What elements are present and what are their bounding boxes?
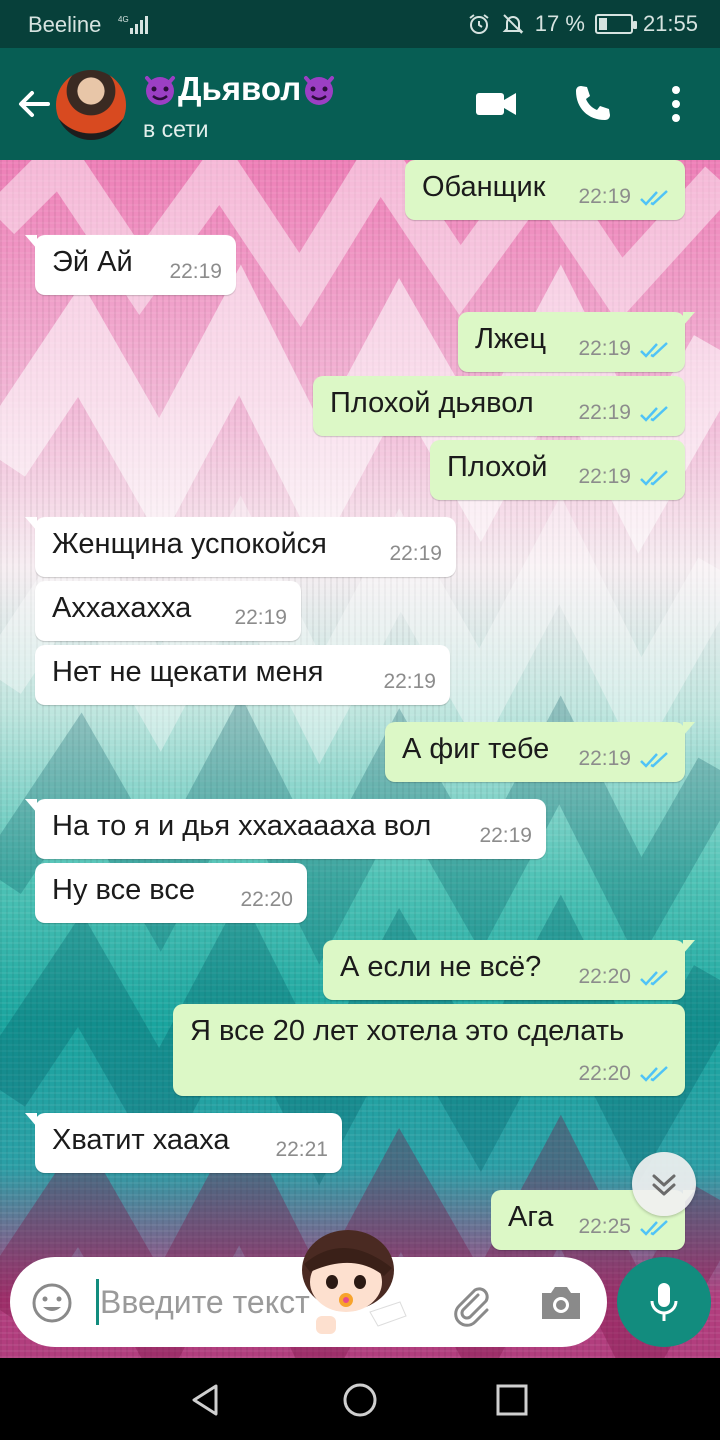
message-text: Обанщик [422,171,546,203]
message-time: 22:19 [578,185,631,208]
message-time: 22:20 [578,1062,631,1085]
message-bubble-outgoing[interactable]: Я все 20 лет хотела это сделать 22:20 [173,1004,685,1096]
camera-icon[interactable] [538,1283,584,1323]
message-bubble-outgoing[interactable]: А если не всё? 22:20 [323,940,695,1000]
message-time: 22:19 [383,670,436,693]
baby-sticker-image [302,1230,407,1334]
message-text: Нет не щекати меня [52,656,324,688]
chat-messages-area[interactable]: Обанщик 22:19 Эй Ай 22:19 Лжец 22:19 Пло… [0,160,720,1358]
read-receipt-icon [640,342,668,358]
message-time: 22:19 [578,337,631,360]
message-time: 22:25 [578,1215,631,1238]
read-receipt-icon [640,190,668,206]
paperclip-icon[interactable] [448,1281,494,1327]
message-text: Женщина успокойся [52,528,327,560]
back-arrow-icon[interactable] [12,82,56,126]
message-text: Лжец [475,323,547,355]
phone-call-icon[interactable] [568,80,616,128]
microphone-icon [650,1283,678,1321]
message-text: А фиг тебе [402,733,550,765]
network-type: 4G [118,15,129,24]
message-bubble-outgoing[interactable]: Обанщик 22:19 [405,160,685,220]
devil-emoji-icon [304,76,335,105]
read-receipt-icon [640,406,668,422]
message-time: 22:19 [578,401,631,424]
message-bubble-incoming[interactable]: На то я и дья ххахаааха вол 22:19 [25,799,546,859]
battery-percent: 17 % [534,11,585,36]
read-receipt-icon [640,1220,668,1236]
battery-icon [594,14,637,34]
message-text: Плохой [447,451,548,483]
read-receipt-icon [640,970,668,986]
message-time: 22:19 [234,606,287,629]
clock: 21:55 [642,11,698,36]
nav-home-icon[interactable] [338,1378,382,1422]
message-bubble-incoming[interactable]: Ну все все 22:20 [35,863,307,923]
status-bar: Beeline 4G 17 % 21:55 [0,0,720,48]
message-bubble-incoming[interactable]: Нет не щекати меня 22:19 [35,645,450,705]
scroll-to-bottom-button[interactable] [632,1152,696,1216]
more-options-icon[interactable] [652,80,700,128]
message-text: Плохой дьявол [330,387,534,419]
message-time: 22:20 [240,888,293,911]
message-bubble-incoming[interactable]: Женщина успокойся 22:19 [25,517,456,577]
contact-online-status: в сети [143,116,209,142]
message-bubble-outgoing[interactable]: Лжец 22:19 [458,312,695,372]
message-text: Эй Ай [52,246,133,278]
devil-emoji-icon [145,76,175,105]
message-bubble-outgoing[interactable]: Плохой 22:19 [430,440,685,500]
message-time: 22:19 [479,824,532,847]
contact-name-row[interactable]: Дьявол [142,70,337,108]
message-time: 22:19 [578,465,631,488]
emoji-icon[interactable] [30,1281,74,1325]
chevron-double-down-icon [652,1174,676,1196]
read-receipt-icon [640,752,668,768]
message-text: А если не всё? [340,951,542,983]
message-time: 22:20 [578,965,631,988]
text-cursor [96,1279,99,1325]
nav-back-icon[interactable] [184,1378,228,1422]
message-text: Ага [508,1201,554,1233]
message-bubble-incoming[interactable]: Эй Ай 22:19 [25,235,236,295]
chat-header: Дьявол в сети [0,48,720,160]
read-receipt-icon [640,470,668,486]
contact-avatar[interactable] [56,70,126,140]
message-bubble-incoming[interactable]: Аххахахха 22:19 [35,581,301,641]
signal-strength-icon: 4G [118,15,148,34]
message-text: Аххахахха [52,592,192,624]
contact-name: Дьявол [178,70,302,107]
read-receipt-icon [640,1066,668,1082]
system-navigation-bar [0,1358,720,1440]
message-text: Хватит хааха [52,1124,230,1156]
message-bubble-incoming[interactable]: Хватит хааха 22:21 [25,1113,342,1173]
video-call-icon[interactable] [472,80,520,128]
message-time: 22:19 [169,260,222,283]
alarm-icon [469,14,489,34]
mute-notifications-icon [502,14,524,34]
message-text: На то я и дья ххахаааха вол [52,810,432,842]
message-bubble-outgoing[interactable]: Плохой дьявол 22:19 [313,376,685,436]
voice-message-button[interactable] [617,1257,711,1347]
message-text: Ну все все [52,874,195,906]
message-time: 22:21 [275,1138,328,1161]
message-time: 22:19 [389,542,442,565]
message-bubble-outgoing[interactable]: А фиг тебе 22:19 [385,722,695,782]
carrier-name: Beeline [28,12,102,37]
message-text: Я все 20 лет хотела это сделать [190,1015,625,1047]
nav-recents-icon[interactable] [490,1378,534,1422]
message-time: 22:19 [578,747,631,770]
